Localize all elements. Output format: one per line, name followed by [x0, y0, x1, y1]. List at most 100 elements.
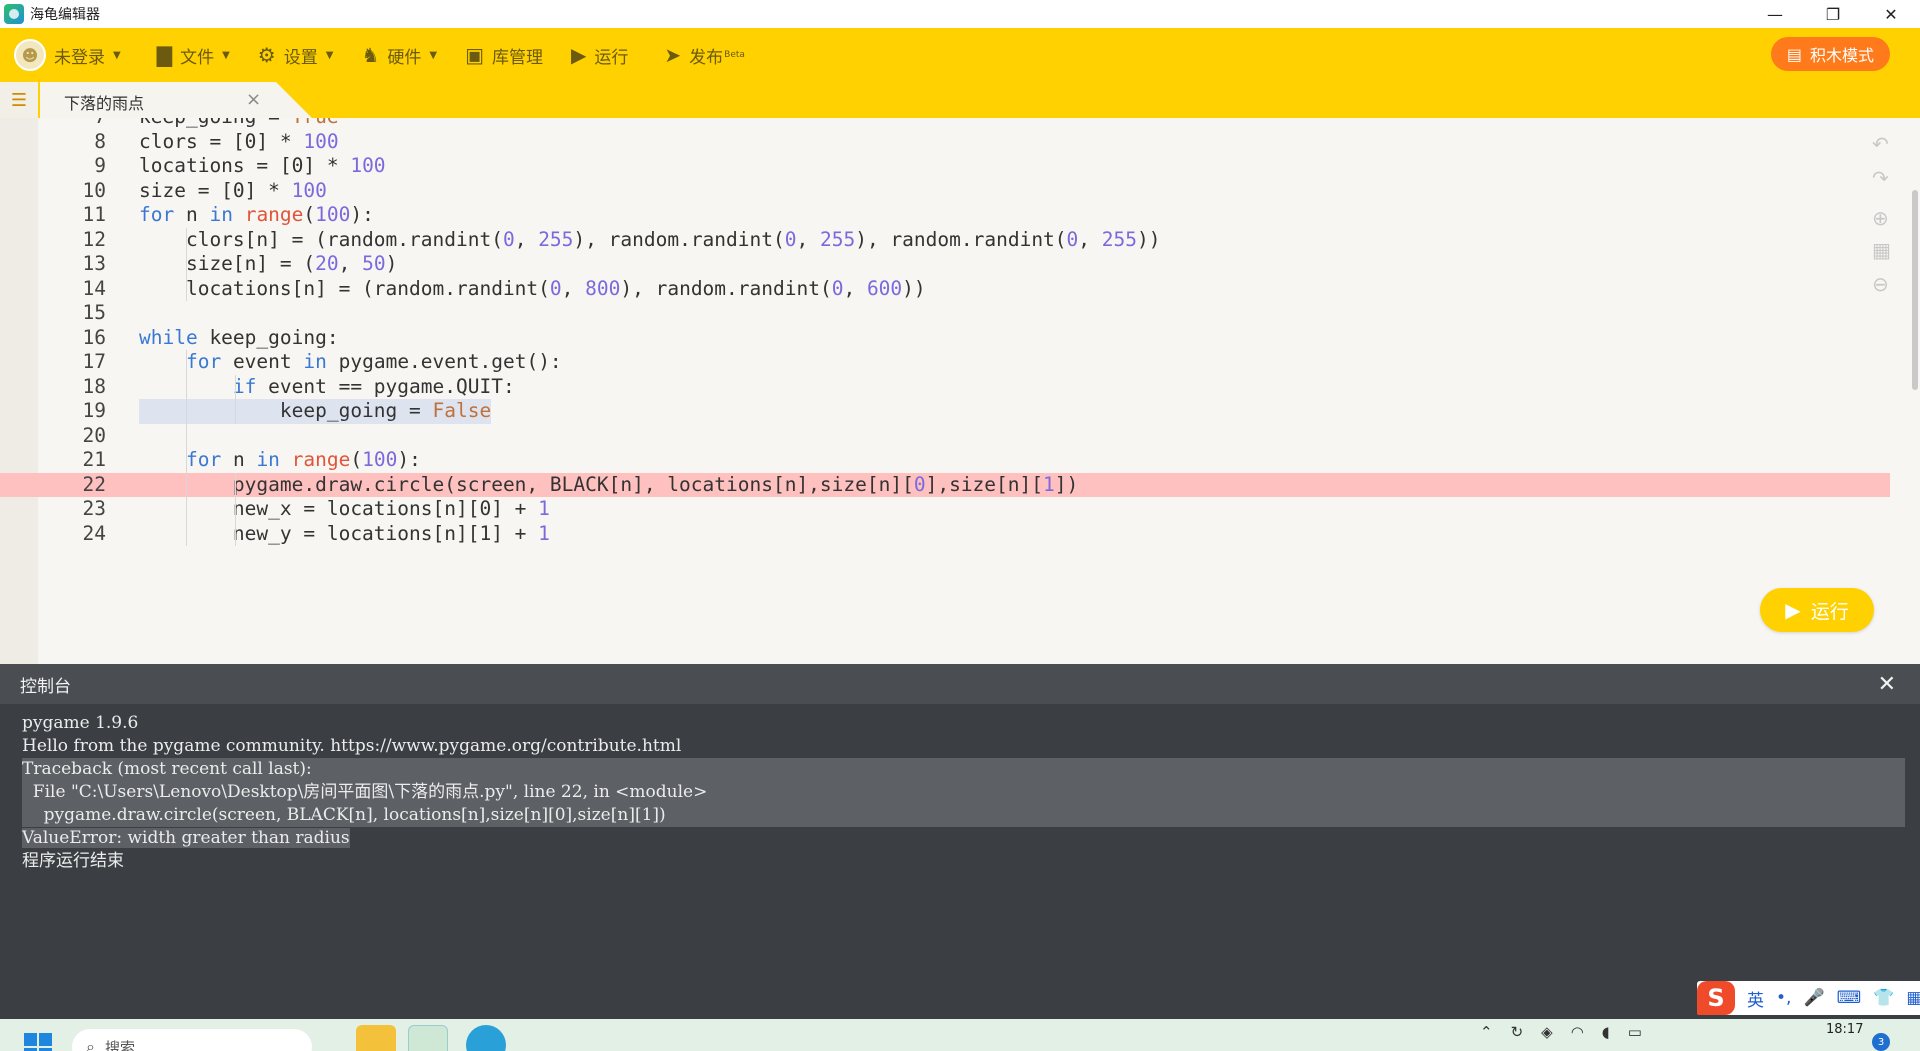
file-explorer-icon[interactable] [356, 1025, 396, 1051]
code-line[interactable]: 12 clors[n] = (random.randint(0, 255), r… [0, 228, 1890, 253]
code-line[interactable]: 11 for n in range(100): [0, 203, 1890, 228]
tray-chevron-icon[interactable]: ⌃ [1480, 1023, 1493, 1041]
code-editor[interactable]: 7keep_going = True8clors = [0] * 1009loc… [0, 118, 1920, 664]
turtle-editor-taskbar-icon[interactable] [408, 1025, 448, 1051]
code-line[interactable]: 22 pygame.draw.circle(screen, BLACK[n], … [0, 472, 1890, 497]
tab-file[interactable]: 下落的雨点 × [40, 82, 312, 118]
ime-lang-toggle[interactable]: 英 [1747, 986, 1764, 1011]
tray-volume-icon[interactable]: ◖ [1602, 1023, 1610, 1041]
code-line[interactable]: 24 new_y = locations[n][1] + 1 [0, 522, 1890, 547]
tray-wifi-icon[interactable]: ◠ [1571, 1023, 1584, 1041]
run-button-label: 运行 [1810, 600, 1849, 623]
console-header: 控制台 ✕ [0, 664, 1920, 704]
run-button[interactable]: ▶ 运行 [1760, 588, 1874, 632]
chevron-down-icon: ▼ [222, 49, 230, 61]
block-mode-button[interactable]: ▤ 积木模式 [1770, 37, 1890, 71]
code-line[interactable]: 13 size[n] = (20, 50) [0, 252, 1890, 277]
zoom-in-icon[interactable]: ⊕ [1872, 206, 1889, 230]
code-line[interactable]: 16 while keep_going: [0, 326, 1890, 351]
undo-icon[interactable]: ↶ [1872, 132, 1889, 156]
run-label: 运行 [594, 47, 629, 68]
indent-guide [186, 227, 187, 301]
sidebar-toggle-icon[interactable]: ☰ [0, 82, 38, 118]
line-number: 23 [82, 497, 106, 520]
code-token: pygame.event.get(): [326, 350, 562, 373]
code-token: size = [0] * [139, 178, 292, 202]
code-line[interactable]: 19 keep_going = False [0, 399, 1890, 424]
code-line[interactable]: 7 keep_going = True [0, 118, 1890, 130]
font-size-icon[interactable]: ▦ [1872, 238, 1891, 262]
code-token: )) [1137, 227, 1161, 251]
code-token: in [303, 350, 327, 373]
ime-skin-icon[interactable]: 👕 [1873, 988, 1894, 1008]
system-tray: ⌃ ↻ ◈ ◠ ◖ ▭ [1480, 1023, 1642, 1041]
code-token: clors[n] = (random.randint( [139, 227, 503, 251]
code-text: locations = [0] * 100 [139, 154, 386, 179]
code-line[interactable]: 8 clors = [0] * 100 [0, 130, 1890, 155]
code-line[interactable]: 10 size = [0] * 100 [0, 179, 1890, 204]
code-line[interactable]: 23 new_x = locations[n][0] + 1 [0, 497, 1890, 522]
indent-guide [235, 374, 236, 424]
code-text: size[n] = (20, 50) [139, 252, 397, 277]
code-text: size = [0] * 100 [139, 179, 327, 204]
code-token: 0 [549, 276, 562, 300]
ime-punct-icon[interactable]: •, [1776, 988, 1791, 1008]
taskbar-search[interactable]: ⌕ 搜索 [72, 1029, 312, 1051]
code-token: range [291, 448, 351, 471]
line-number: 20 [82, 423, 106, 447]
login-menu[interactable]: ☻ 未登录 ▼ [0, 28, 135, 82]
library-button[interactable]: ▣ 库管理 [451, 28, 557, 82]
app-logo-icon [4, 4, 24, 24]
tray-sync-icon[interactable]: ↻ [1511, 1023, 1524, 1041]
console-output[interactable]: pygame 1.9.6 Hello from the pygame commun… [0, 712, 1920, 873]
console-close-icon[interactable]: ✕ [1878, 672, 1896, 697]
windows-start-icon[interactable] [24, 1033, 52, 1051]
ime-keyboard-icon[interactable]: ⌨ [1837, 988, 1862, 1008]
console-line: Traceback (most recent call last): [22, 758, 1905, 781]
indent-guide [186, 350, 187, 546]
app-title: 海龟编辑器 [30, 7, 100, 23]
settings-menu[interactable]: ⚙ 设置 ▼ [244, 28, 348, 82]
sogou-logo-icon[interactable]: S [1697, 981, 1735, 1015]
code-token: for [139, 203, 175, 226]
code-line[interactable]: 9 locations = [0] * 100 [0, 154, 1890, 179]
code-line[interactable]: 17 for event in pygame.event.get(): [0, 350, 1890, 375]
code-token: 100 [350, 154, 386, 177]
editor-scrollbar[interactable] [1912, 190, 1918, 390]
code-token: n [221, 448, 257, 471]
tray-battery-icon[interactable]: ▭ [1628, 1023, 1642, 1041]
minimize-button[interactable]: — [1746, 0, 1804, 28]
tab-label: 下落的雨点 [64, 94, 145, 113]
run-menu-button[interactable]: ▶ 运行 [557, 28, 642, 82]
restore-button[interactable]: ❐ [1804, 0, 1862, 28]
zoom-out-icon[interactable]: ⊖ [1872, 272, 1889, 296]
ime-tools-icon[interactable]: ▦ [1906, 988, 1920, 1008]
ime-mic-icon[interactable]: 🎤 [1803, 988, 1824, 1008]
notification-badge[interactable]: 3 [1872, 1033, 1890, 1051]
tab-close-icon[interactable]: × [246, 89, 261, 110]
code-line[interactable]: 15 [0, 301, 1890, 326]
close-button[interactable]: ✕ [1862, 0, 1920, 28]
code-text: if event == pygame.QUIT: [139, 375, 515, 400]
avatar-icon: ☻ [14, 39, 46, 71]
line-number: 10 [82, 178, 106, 202]
tray-app-icon[interactable]: ◈ [1541, 1023, 1553, 1041]
file-menu[interactable]: ▇ 文件 ▼ [143, 28, 244, 82]
code-token: keep_going = [139, 399, 433, 422]
code-line[interactable]: 20 [0, 424, 1890, 449]
clock[interactable]: 18:17 [1826, 1022, 1863, 1037]
code-token: , [1078, 227, 1102, 251]
code-token: if [232, 374, 257, 398]
code-line[interactable]: 14 locations[n] = (random.randint(0, 800… [0, 277, 1890, 302]
code-token: size[n] = ( [139, 252, 316, 275]
code-line[interactable]: 21 for n in range(100): [0, 448, 1890, 473]
code-token: True [292, 118, 339, 128]
redo-icon[interactable]: ↷ [1872, 166, 1889, 190]
publish-button[interactable]: ➤ 发布 Beta [650, 28, 759, 82]
code-line[interactable]: 18 if event == pygame.QUIT: [0, 375, 1890, 400]
code-area[interactable]: 7keep_going = True8clors = [0] * 1009loc… [0, 118, 1890, 664]
hardware-menu[interactable]: ♞ 硬件 ▼ [347, 28, 451, 82]
code-text: new_y = locations[n][1] + 1 [139, 522, 550, 547]
edge-browser-icon[interactable] [466, 1025, 506, 1051]
code-token: 100 [303, 129, 339, 153]
